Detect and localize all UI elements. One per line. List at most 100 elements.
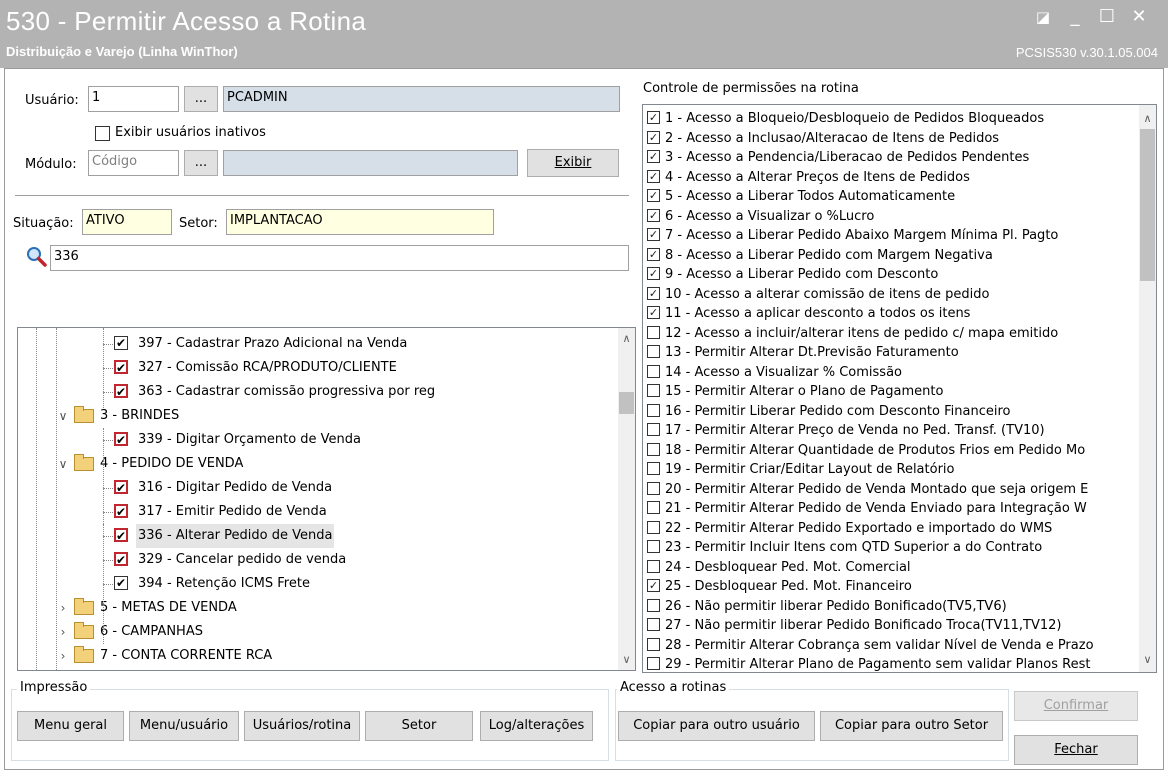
permission-item[interactable]: 12 - Acesso a incluir/alterar itens de p…: [647, 324, 1137, 343]
permission-item[interactable]: ✓ 3 - Acesso a Pendencia/Liberacao de Ped…: [647, 148, 1137, 167]
permission-checkbox[interactable]: [647, 501, 660, 514]
permission-item[interactable]: 24 - Desbloquear Ped. Mot. Comercial: [647, 558, 1137, 577]
permission-checkbox[interactable]: ✓: [647, 111, 660, 124]
maximize-button[interactable]: ☐: [1096, 6, 1118, 28]
scroll-up-arrow-icon[interactable]: ∧: [1139, 110, 1156, 127]
tree-item[interactable]: ✔ 316 - Digitar Pedido de Venda: [18, 476, 618, 500]
tree-scrollbar[interactable]: ∧ ∨: [618, 328, 635, 670]
permission-item[interactable]: 13 - Permitir Alterar Dt.Previsão Fatura…: [647, 343, 1137, 362]
permission-checkbox[interactable]: [647, 423, 660, 436]
scroll-up-arrow-icon[interactable]: ∧: [618, 330, 635, 347]
tree-folder[interactable]: › 6 - CAMPANHAS: [18, 620, 618, 644]
permission-item[interactable]: 29 - Permitir Alterar Plano de Pagamento…: [647, 655, 1137, 672]
permission-checkbox[interactable]: [647, 657, 660, 670]
permission-checkbox[interactable]: [647, 345, 660, 358]
scroll-down-arrow-icon[interactable]: ∨: [1139, 651, 1156, 668]
tree-checkbox[interactable]: ✔: [114, 432, 128, 446]
tree-item[interactable]: ✔ 329 - Cancelar pedido de venda: [18, 548, 618, 572]
chevron-right-icon[interactable]: ›: [56, 668, 70, 670]
permission-checkbox[interactable]: [647, 325, 660, 339]
copy-to-user-button[interactable]: Copiar para outro usuário: [618, 711, 815, 741]
permission-checkbox[interactable]: [647, 442, 660, 456]
tree-folder[interactable]: › 7 - CONTA CORRENTE RCA: [18, 644, 618, 668]
tree-item[interactable]: ✔ 363 - Cadastrar comissão progressiva po…: [18, 380, 618, 404]
permission-item[interactable]: 18 - Permitir Alterar Quantidade de Prod…: [647, 441, 1137, 460]
user-lookup-button[interactable]: ...: [184, 86, 218, 112]
permission-checkbox[interactable]: [647, 384, 660, 397]
permission-checkbox[interactable]: [647, 520, 660, 534]
permissions-list[interactable]: ✓ 1 - Acesso a Bloqueio/Desbloqueio de Pe…: [642, 104, 1157, 673]
tree-folder[interactable]: › 5 - METAS DE VENDA: [18, 596, 618, 620]
permission-item[interactable]: 27 - Não permitir liberar Pedido Bonific…: [647, 616, 1137, 635]
permission-item[interactable]: 26 - Não permitir liberar Pedido Bonific…: [647, 597, 1137, 616]
permission-checkbox[interactable]: ✓: [647, 228, 660, 241]
permission-checkbox[interactable]: [647, 540, 660, 553]
tree-item[interactable]: ✔ 339 - Digitar Orçamento de Venda: [18, 428, 618, 452]
permission-checkbox[interactable]: [647, 462, 660, 475]
tree-checkbox[interactable]: ✔: [114, 504, 128, 518]
tree-folder[interactable]: ∨ 4 - PEDIDO DE VENDA: [18, 452, 618, 476]
tree-item[interactable]: ✔ 327 - Comissão RCA/PRODUTO/CLIENTE: [18, 356, 618, 380]
minimize-button[interactable]: _: [1064, 6, 1086, 28]
permission-item[interactable]: 23 - Permitir Incluir Itens com QTD Supe…: [647, 538, 1137, 557]
scroll-thumb[interactable]: [1140, 129, 1155, 281]
permission-item[interactable]: 21 - Permitir Alterar Pedido de Venda En…: [647, 499, 1137, 518]
menu-geral-button[interactable]: Menu geral: [17, 711, 124, 741]
permission-item[interactable]: ✓ 4 - Acesso a Alterar Preços de Itens de…: [647, 168, 1137, 187]
tree-checkbox[interactable]: ✔: [114, 528, 128, 542]
permission-checkbox[interactable]: [647, 618, 660, 631]
permission-item[interactable]: 17 - Permitir Alterar Preço de Venda no …: [647, 421, 1137, 440]
permission-checkbox[interactable]: ✓: [647, 306, 660, 319]
permission-item[interactable]: ✓ 11 - Acesso a aplicar desconto a todos …: [647, 304, 1137, 323]
scroll-down-arrow-icon[interactable]: ∨: [618, 651, 635, 668]
permission-checkbox[interactable]: [647, 559, 660, 573]
show-inactive-checkbox[interactable]: [95, 126, 110, 141]
permission-checkbox[interactable]: ✓: [647, 169, 660, 183]
tree-item[interactable]: ✔ 394 - Retenção ICMS Frete: [18, 572, 618, 596]
permission-item[interactable]: ✓ 10 - Acesso a alterar comissão de itens…: [647, 285, 1137, 304]
permission-item[interactable]: 15 - Permitir Alterar o Plano de Pagamen…: [647, 382, 1137, 401]
permission-item[interactable]: 20 - Permitir Alterar Pedido de Venda Mo…: [647, 480, 1137, 499]
close-form-button[interactable]: Fechar: [1014, 735, 1138, 765]
permissions-scrollbar[interactable]: ∧ ∨: [1139, 105, 1156, 672]
permission-item[interactable]: ✓ 8 - Acesso a Liberar Pedido com Margem …: [647, 246, 1137, 265]
chevron-down-icon[interactable]: ∨: [56, 404, 70, 428]
permission-item[interactable]: ✓ 2 - Acesso a Inclusao/Alteracao de Iten…: [647, 129, 1137, 148]
permission-checkbox[interactable]: [647, 364, 660, 378]
confirm-button[interactable]: Confirmar: [1014, 691, 1138, 721]
user-code-field[interactable]: 1: [88, 86, 179, 112]
tree-checkbox[interactable]: ✔: [114, 360, 128, 374]
chevron-right-icon[interactable]: ›: [56, 644, 70, 668]
tree-checkbox[interactable]: ✔: [114, 552, 128, 566]
show-module-button[interactable]: Exibir: [527, 149, 619, 177]
tree-item[interactable]: ✔ 397 - Cadastrar Prazo Adicional na Vend…: [18, 332, 618, 356]
close-button[interactable]: ✕: [1128, 6, 1150, 28]
permission-item[interactable]: 14 - Acesso a Visualizar % Comissão: [647, 363, 1137, 382]
permission-item[interactable]: ✓ 1 - Acesso a Bloqueio/Desbloqueio de Pe…: [647, 109, 1137, 128]
tree-checkbox[interactable]: ✔: [114, 576, 128, 590]
scroll-thumb[interactable]: [619, 392, 634, 414]
permission-checkbox[interactable]: ✓: [647, 208, 660, 222]
chevron-right-icon[interactable]: ›: [56, 596, 70, 620]
tree-item[interactable]: ✔ 317 - Emitir Pedido de Venda: [18, 500, 618, 524]
permission-checkbox[interactable]: ✓: [647, 130, 660, 144]
permission-checkbox[interactable]: ✓: [647, 189, 660, 202]
permission-checkbox[interactable]: [647, 598, 660, 612]
permission-checkbox[interactable]: ✓: [647, 579, 660, 592]
permission-item[interactable]: ✓ 7 - Acesso a Liberar Pedido Abaixo Marg…: [647, 226, 1137, 245]
permission-checkbox[interactable]: ✓: [647, 150, 660, 163]
usuarios-rotina-button[interactable]: Usuários/rotina: [244, 711, 360, 741]
permission-checkbox[interactable]: ✓: [647, 286, 660, 300]
chevron-right-icon[interactable]: ›: [56, 620, 70, 644]
search-input[interactable]: 336: [50, 245, 629, 271]
copy-to-sector-button[interactable]: Copiar para outro Setor: [820, 711, 1003, 741]
magnifier-icon[interactable]: [25, 245, 47, 267]
permission-checkbox[interactable]: [647, 637, 660, 651]
permission-item[interactable]: ✓ 5 - Acesso a Liberar Todos Automaticame…: [647, 187, 1137, 206]
permission-checkbox[interactable]: [647, 481, 660, 495]
tree-item[interactable]: ✔ 336 - Alterar Pedido de Venda: [18, 524, 618, 548]
restore-icon[interactable]: ◪: [1032, 6, 1054, 28]
tree-checkbox[interactable]: ✔: [114, 384, 128, 398]
setor-button[interactable]: Setor: [365, 711, 473, 741]
routine-tree[interactable]: ✔ 397 - Cadastrar Prazo Adicional na Vend…: [17, 327, 636, 671]
